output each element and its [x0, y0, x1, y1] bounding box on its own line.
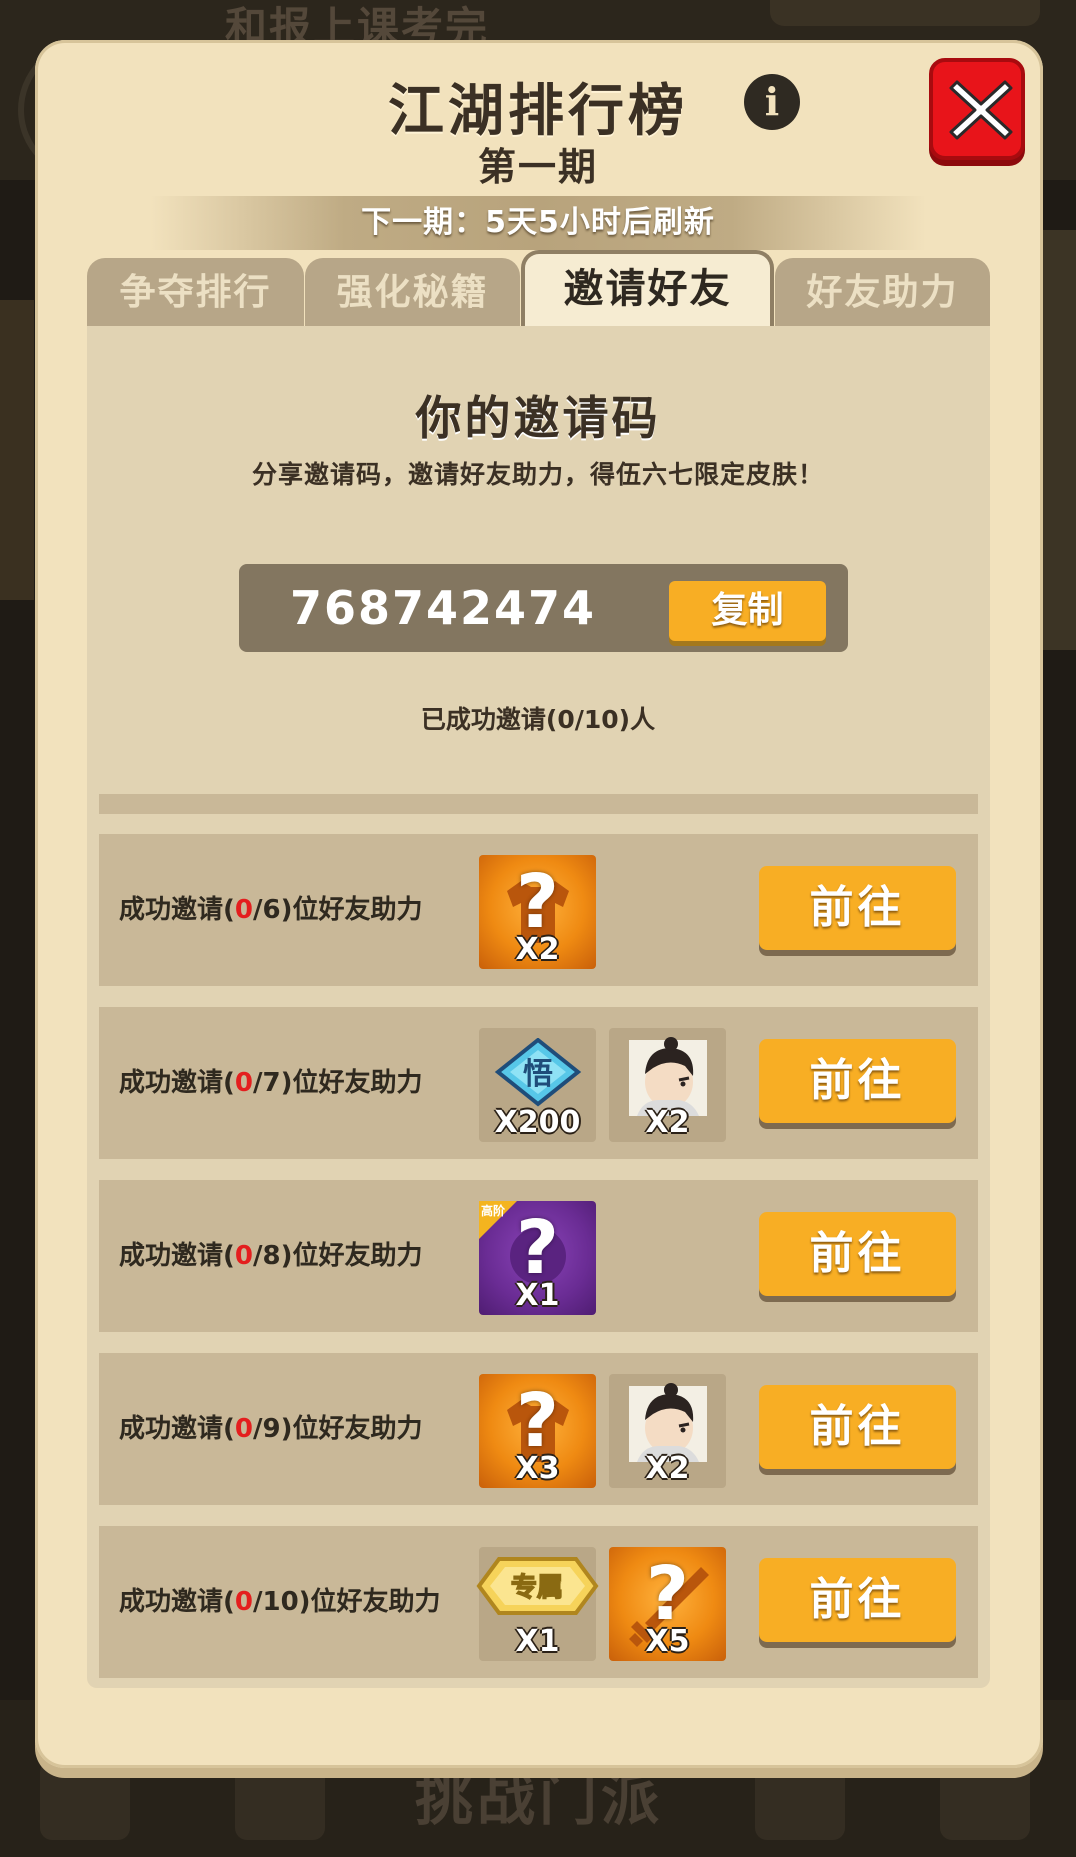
reward-row: 成功邀请(0/10)位好友助力 专属 X1 ? X5 前往 [99, 1526, 978, 1678]
reward-item[interactable]: ? X2 [479, 855, 596, 969]
progress-current: 0 [234, 1414, 253, 1444]
tab-strengthen-guide[interactable]: 强化秘籍 [305, 258, 520, 326]
reward-item[interactable]: 高阶 ? X1 [479, 1201, 596, 1315]
reward-item[interactable]: ? X3 [479, 1374, 596, 1488]
reward-row: 成功邀请(0/7)位好友助力 悟 X200 X2 前往 [99, 1007, 978, 1159]
reward-quantity: X5 [645, 1624, 690, 1659]
reward-item[interactable]: X2 [609, 1374, 726, 1488]
invite-code-value: 768742474 [290, 581, 597, 635]
row-requirement: 成功邀请(0/7)位好友助力 [119, 1068, 423, 1098]
progress-current: 0 [234, 1241, 253, 1271]
scrolled-row-divider [99, 790, 978, 794]
go-button[interactable]: 前往 [759, 866, 956, 950]
reward-item[interactable]: X2 [609, 1028, 726, 1142]
svg-text:专属: 专属 [511, 1573, 563, 1603]
reward-quantity: X2 [645, 1105, 690, 1140]
tab-compete-ranking[interactable]: 争夺排行 [87, 258, 304, 326]
background-nav-icon [235, 1760, 325, 1840]
reward-item[interactable]: 悟 X200 [479, 1028, 596, 1142]
modal-title: 江湖排行榜 [388, 79, 688, 144]
reward-quantity: X1 [515, 1624, 560, 1659]
close-button[interactable] [929, 58, 1025, 160]
scrolled-row-edge [99, 792, 978, 814]
reward-row: 成功邀请(0/9)位好友助力 ? X3 X2 前往 [99, 1353, 978, 1505]
invite-description: 分享邀请码，邀请好友助力，得伍六七限定皮肤！ [251, 460, 824, 489]
invited-count: 已成功邀请(0/10)人 [420, 705, 656, 734]
season-subtitle: 第一期 [477, 145, 598, 189]
wu-diamond-icon: 悟 [494, 1038, 582, 1107]
reward-quantity: X3 [515, 1451, 560, 1486]
progress-current: 0 [234, 1068, 253, 1098]
go-button[interactable]: 前往 [759, 1385, 956, 1469]
go-button[interactable]: 前往 [759, 1212, 956, 1296]
refresh-countdown-banner: 下一期：5天5小时后刷新 [150, 196, 926, 250]
reward-item[interactable]: 专属 X1 [476, 1547, 599, 1661]
background-nav-icon [940, 1760, 1030, 1840]
background-left-strip [0, 300, 34, 600]
background-resource-bar [770, 0, 1040, 26]
background-nav-icon [755, 1760, 845, 1840]
close-icon [949, 80, 1013, 140]
reward-item[interactable]: ? X5 [609, 1547, 726, 1661]
exclusive-badge-icon: 专属 [476, 1557, 599, 1615]
reward-quantity: X2 [515, 932, 560, 967]
row-requirement: 成功邀请(0/10)位好友助力 [119, 1587, 441, 1617]
background-nav-icon [40, 1760, 130, 1840]
tab-friend-assist[interactable]: 好友助力 [775, 258, 990, 326]
reward-quantity: X200 [494, 1105, 581, 1140]
svg-text:悟: 悟 [523, 1057, 553, 1092]
progress-current: 0 [234, 895, 253, 925]
reward-quantity: X2 [645, 1451, 690, 1486]
tab-invite-friends[interactable]: 邀请好友 [521, 250, 774, 326]
reward-row: 成功邀请(0/8)位好友助力 高阶 ? X1 前往 [99, 1180, 978, 1332]
reward-row: 成功邀请(0/6)位好友助力 ? X2 前往 [99, 834, 978, 986]
row-requirement: 成功邀请(0/9)位好友助力 [119, 1414, 423, 1444]
copy-button[interactable]: 复制 [669, 581, 826, 641]
info-icon[interactable]: i [744, 74, 800, 130]
go-button[interactable]: 前往 [759, 1558, 956, 1642]
reward-quantity: X1 [515, 1278, 560, 1313]
row-requirement: 成功邀请(0/8)位好友助力 [119, 1241, 423, 1271]
invite-code-title: 你的邀请码 [415, 391, 661, 445]
row-requirement: 成功邀请(0/6)位好友助力 [119, 895, 423, 925]
go-button[interactable]: 前往 [759, 1039, 956, 1123]
progress-current: 0 [234, 1587, 253, 1617]
